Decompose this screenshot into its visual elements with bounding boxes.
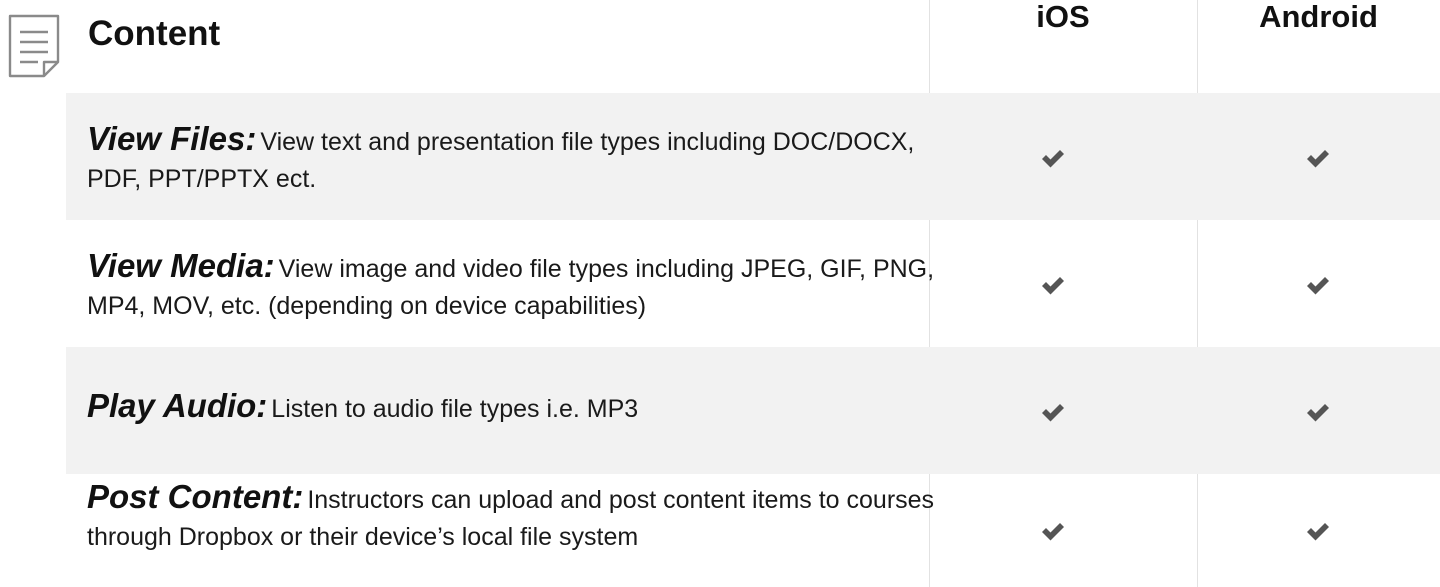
checkmark-icon xyxy=(1042,523,1064,541)
table-row: View Files: View text and presentation fi… xyxy=(66,93,1440,220)
checkmark-icon xyxy=(1042,277,1064,295)
row-text: View Media: View image and video file typ… xyxy=(87,247,937,325)
feature-name: Post Content: xyxy=(87,478,304,515)
table-row: Post Content: Instructors can upload and … xyxy=(66,474,1440,587)
section-title: Content xyxy=(88,14,221,53)
content-feature-table: Content iOS Android View Files: View text… xyxy=(0,0,1440,587)
checkmark-icon xyxy=(1307,523,1329,541)
row-text: Post Content: Instructors can upload and … xyxy=(87,478,937,556)
column-header-ios: iOS xyxy=(1036,0,1090,34)
checkmark-icon xyxy=(1307,404,1329,422)
column-header-android: Android xyxy=(1259,0,1378,34)
feature-description: Listen to audio file types i.e. MP3 xyxy=(271,395,639,423)
checkmark-icon xyxy=(1042,404,1064,422)
table-row: View Media: View image and video file typ… xyxy=(66,220,1440,347)
checkmark-icon xyxy=(1042,150,1064,168)
feature-name: View Media: xyxy=(87,247,275,284)
feature-name: Play Audio: xyxy=(87,387,268,424)
row-text: View Files: View text and presentation fi… xyxy=(87,120,937,198)
row-text: Play Audio: Listen to audio file types i.… xyxy=(87,387,937,428)
feature-name: View Files: xyxy=(87,120,257,157)
checkmark-icon xyxy=(1307,150,1329,168)
document-icon xyxy=(8,14,60,78)
table-row: Play Audio: Listen to audio file types i.… xyxy=(66,347,1440,474)
checkmark-icon xyxy=(1307,277,1329,295)
